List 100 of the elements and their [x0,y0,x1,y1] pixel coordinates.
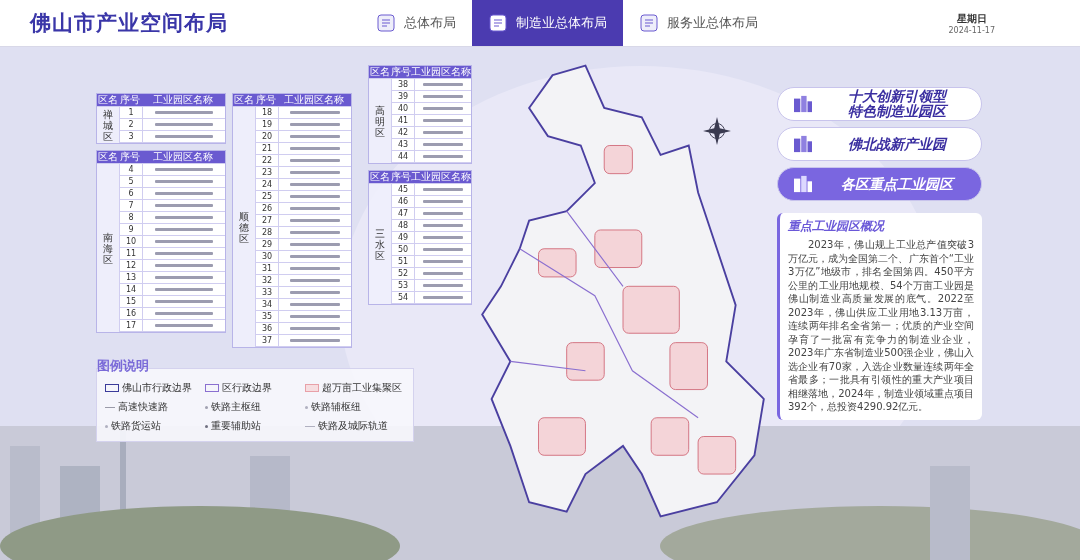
nav-tab[interactable]: 制造业总体布局 [472,0,623,46]
column-header: 区名 [369,170,390,184]
blurred-text [423,296,463,299]
number-cell: 7 [120,200,143,211]
number-cell: 21 [256,143,279,154]
number-cell: 5 [120,176,143,187]
number-cell: 23 [256,167,279,178]
category-button[interactable]: 佛北战新产业园 [777,127,982,161]
blurred-text [289,315,341,318]
blurred-text [155,288,213,291]
blurred-text [289,291,341,294]
blurred-text [155,252,213,255]
nav-tab[interactable]: 总体布局 [360,0,472,46]
number-cell: 3 [120,131,143,142]
number-cell: 13 [120,272,143,283]
legend-title: 图例说明 [97,357,150,375]
number-cell: 53 [392,280,415,291]
blurred-text [423,248,463,251]
blurred-text [289,279,341,282]
buildings-icon [792,175,814,193]
blurred-text [289,327,341,330]
number-cell: 4 [120,164,143,175]
column-header: 区名 [233,93,255,107]
column-header: 区名 [97,150,119,164]
number-cell: 48 [392,220,415,231]
number-cell: 49 [392,232,415,243]
number-cell: 25 [256,191,279,202]
number-cell: 41 [392,115,415,126]
compass-icon [703,117,731,145]
blurred-text [423,212,463,215]
blurred-text [423,284,463,287]
blurred-text [289,195,341,198]
document-icon [376,13,396,33]
blurred-text [423,188,463,191]
number-cell: 8 [120,212,143,223]
blurred-text [155,276,213,279]
legend-label: 重要辅助站 [211,419,261,433]
blurred-text [423,260,463,263]
date-label: 2024-11-17 [948,25,995,35]
blurred-text [423,119,463,122]
blurred-text [289,135,341,138]
blurred-text [423,143,463,146]
number-cell: 18 [256,107,279,118]
number-cell: 30 [256,251,279,262]
buildings-icon [792,95,814,113]
document-icon [488,13,508,33]
blurred-text [423,107,463,110]
column-header: 序号 [119,93,141,107]
number-cell: 6 [120,188,143,199]
blurred-text [289,159,341,162]
number-cell: 45 [392,184,415,195]
number-cell: 26 [256,203,279,214]
legend-label: 佛山市行政边界 [122,381,192,395]
blurred-text [289,219,341,222]
column-header: 序号 [255,93,277,107]
number-cell: 54 [392,292,415,303]
blurred-text [289,231,341,234]
category-button[interactable]: 各区重点工业园区 [777,167,982,201]
number-cell: 36 [256,323,279,334]
legend-label: 铁路货运站 [111,419,161,433]
blurred-text [423,95,463,98]
column-header: 工业园区名称 [411,65,471,79]
blurred-text [289,111,341,114]
blurred-text [289,207,341,210]
column-header: 区名 [97,93,119,107]
number-cell: 27 [256,215,279,226]
blurred-text [289,303,341,306]
legend-label: 区行政边界 [222,381,272,395]
blurred-text [155,168,213,171]
number-cell: 46 [392,196,415,207]
blurred-text [155,216,213,219]
number-cell: 47 [392,208,415,219]
number-cell: 39 [392,91,415,102]
blurred-text [423,224,463,227]
category-button[interactable]: 十大创新引领型 特色制造业园区 [777,87,982,121]
column-header: 工业园区名称 [411,170,471,184]
number-cell: 12 [120,260,143,271]
legend-label: 超万亩工业集聚区 [322,381,402,395]
blurred-text [155,111,213,114]
blurred-text [289,243,341,246]
app-title: 佛山市产业空间布局 [30,10,229,37]
number-cell: 9 [120,224,143,235]
number-cell: 51 [392,256,415,267]
blurred-text [155,240,213,243]
number-cell: 31 [256,263,279,274]
blurred-text [289,339,341,342]
number-cell: 40 [392,103,415,114]
district-cell: 禅城区 [103,108,113,142]
number-cell: 28 [256,227,279,238]
number-cell: 22 [256,155,279,166]
number-cell: 11 [120,248,143,259]
nav-tab[interactable]: 服务业总体布局 [623,0,774,46]
blurred-text [289,123,341,126]
number-cell: 29 [256,239,279,250]
column-header: 区名 [369,65,390,79]
card-title: 重点工业园区概况 [788,218,886,235]
column-header: 工业园区名称 [152,93,214,107]
overview-text: 2023年，佛山规上工业总产值突破3万亿元，成为全国第二个、广东首个“工业3万亿”地级市，排名全国第四。450平方公里的工业用地规模、54个万亩工业园是佛山制造业高质量发展的底气。2022至2023年，佛山供应工业用地3.13万亩，连续两年排名全省第一；优质的产业空间孕育了一批富有竞争力的制造业企业，2023年广东省制造业500强企业，佛山入选企业有70家，入选企业数量连续两年全省最多；一批具有引领性的重大产业项目相继落地，2024年，制造业领域重点项目392个，总投资4290.92亿元。 [788,238,974,414]
legend-label: 高速快速路 [118,400,168,414]
blurred-text [155,192,213,195]
